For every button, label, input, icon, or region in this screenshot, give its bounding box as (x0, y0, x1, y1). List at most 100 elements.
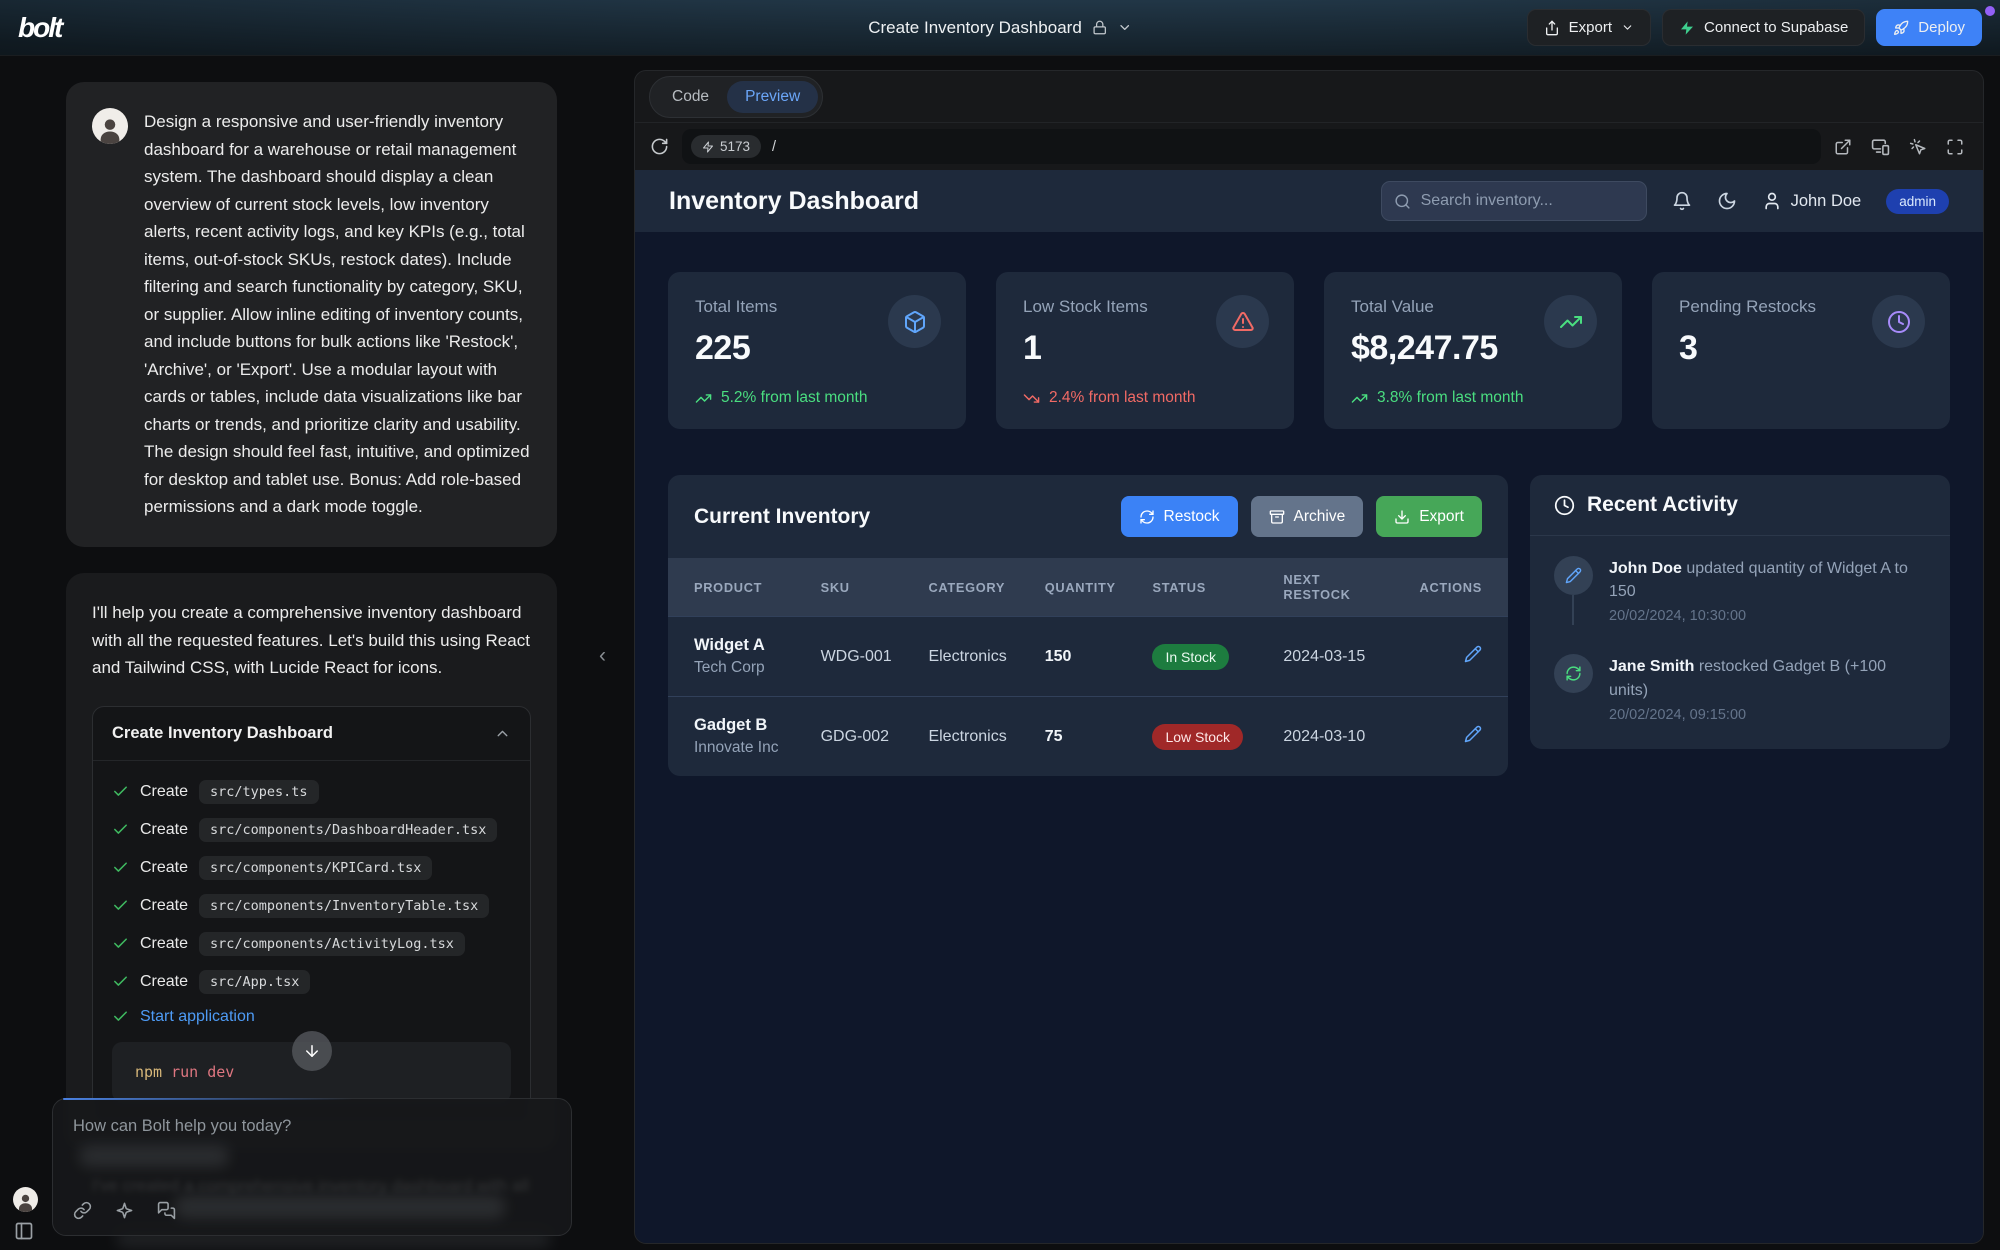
archive-button[interactable]: Archive (1251, 496, 1364, 537)
url-path: / (772, 139, 776, 155)
quantity-cell[interactable]: 150 (1035, 617, 1143, 697)
restock-button[interactable]: Restock (1121, 496, 1238, 537)
artifact-step: Create src/types.ts (112, 780, 511, 804)
zap-icon (702, 141, 714, 153)
artifact-step: Create src/components/DashboardHeader.ts… (112, 818, 511, 842)
activity-card-header: Recent Activity (1530, 475, 1950, 536)
connect-supabase-button[interactable]: Connect to Supabase (1662, 9, 1865, 46)
check-icon (112, 973, 129, 990)
table-row[interactable]: Widget A Tech Corp WDG-001 Electronics 1… (668, 617, 1508, 697)
column-header: NEXT RESTOCK (1273, 558, 1391, 617)
download-icon (1394, 509, 1410, 525)
export-button[interactable]: Export (1527, 9, 1651, 46)
status-badge: In Stock (1152, 644, 1229, 670)
inventory-search-box[interactable] (1381, 181, 1647, 221)
column-header: ACTIONS (1391, 558, 1508, 617)
activity-user: Jane Smith (1609, 658, 1694, 675)
sparkles-icon[interactable] (115, 1201, 134, 1220)
search-input[interactable] (1421, 192, 1634, 210)
workbench: Code Preview 5173 / (634, 70, 1984, 1244)
kpi-trend: 3.8% from last month (1351, 389, 1523, 407)
dashboard-header: Inventory Dashboard John Doe admin (635, 170, 1983, 232)
artifact-header[interactable]: Create Inventory Dashboard (93, 707, 530, 761)
pencil-icon (1554, 556, 1593, 595)
dashboard-header-actions: John Doe admin (1381, 181, 1949, 221)
alert-triangle-icon (1216, 295, 1269, 348)
user-message-text: Design a responsive and user-friendly in… (144, 108, 531, 521)
inventory-card-header: Current Inventory Restock Archive (668, 475, 1508, 558)
lock-icon (1092, 20, 1107, 35)
table-row[interactable]: Gadget B Innovate Inc GDG-002 Electronic… (668, 697, 1508, 777)
dashboard-title: Inventory Dashboard (669, 187, 919, 216)
scroll-to-bottom-button[interactable] (292, 1031, 332, 1071)
chevron-down-icon (1117, 20, 1132, 35)
current-inventory-card: Current Inventory Restock Archive (668, 475, 1508, 776)
share-icon (1544, 20, 1560, 36)
file-path[interactable]: src/components/InventoryTable.tsx (199, 894, 489, 918)
user-menu[interactable]: John Doe (1762, 191, 1862, 211)
trending-down-icon (1023, 390, 1040, 407)
rocket-icon (1893, 20, 1909, 36)
list-item: Jane Smith restocked Gadget B (+100 unit… (1554, 654, 1926, 722)
panel-left-icon[interactable] (14, 1221, 34, 1241)
trending-up-icon (1544, 295, 1597, 348)
kpi-card-total-items: Total Items 225 5.2% from last month (668, 272, 966, 429)
recent-activity-card: Recent Activity John Doe updat (1530, 475, 1950, 749)
file-path[interactable]: src/components/ActivityLog.tsx (199, 932, 465, 956)
devices-icon[interactable] (1871, 137, 1890, 156)
list-item: John Doe updated quantity of Widget A to… (1554, 556, 1926, 624)
tab-code[interactable]: Code (654, 81, 727, 113)
clock-icon (1554, 495, 1575, 516)
port-pill[interactable]: 5173 (691, 135, 761, 158)
activity-title: Recent Activity (1587, 493, 1738, 517)
chevron-up-icon[interactable] (494, 725, 511, 742)
export-csv-button[interactable]: Export (1376, 496, 1482, 537)
quantity-cell[interactable]: 75 (1035, 697, 1143, 777)
account-avatar[interactable] (13, 1187, 38, 1212)
chat-input-box[interactable] (52, 1098, 572, 1236)
file-path[interactable]: src/types.ts (199, 780, 319, 804)
url-field[interactable]: 5173 / (682, 129, 1821, 164)
chat-panel: Design a responsive and user-friendly in… (0, 56, 625, 1250)
status-badge: Low Stock (1152, 724, 1243, 750)
file-path[interactable]: src/App.tsx (199, 970, 310, 994)
chat-icon[interactable] (157, 1201, 176, 1220)
dashboard-body: Total Items 225 5.2% from last month Low… (635, 232, 1983, 776)
tab-preview[interactable]: Preview (727, 81, 818, 113)
package-icon (888, 295, 941, 348)
artifact-step: Create src/components/ActivityLog.tsx (112, 932, 511, 956)
edit-pencil-icon[interactable] (1464, 725, 1482, 743)
topbar-actions: Export Connect to Supabase Deploy (1527, 9, 1982, 46)
category-cell: Electronics (918, 697, 1034, 777)
restock-date-cell: 2024-03-10 (1273, 697, 1391, 777)
user-message: Design a responsive and user-friendly in… (66, 82, 557, 547)
chat-prompt-input[interactable] (73, 1117, 551, 1136)
external-link-icon[interactable] (1834, 137, 1852, 156)
deploy-button[interactable]: Deploy (1876, 9, 1982, 46)
fullscreen-icon[interactable] (1946, 137, 1964, 156)
dark-mode-toggle-moon-icon[interactable] (1717, 191, 1737, 211)
inspect-cursor-icon[interactable] (1909, 137, 1927, 156)
edit-pencil-icon[interactable] (1464, 645, 1482, 663)
arrow-down-icon (303, 1042, 321, 1060)
view-tab-group: Code Preview (649, 76, 823, 118)
chat-collapse-handle[interactable]: ‹ (599, 644, 606, 668)
category-cell: Electronics (918, 617, 1034, 697)
start-application-link[interactable]: Start application (140, 1008, 255, 1026)
column-header: QUANTITY (1035, 558, 1143, 617)
product-supplier: Tech Corp (694, 659, 801, 677)
file-path[interactable]: src/components/DashboardHeader.tsx (199, 818, 497, 842)
redacted-blur (79, 1145, 229, 1167)
supabase-icon (1679, 20, 1695, 36)
bell-icon[interactable] (1672, 191, 1692, 211)
sku-cell: WDG-001 (811, 617, 919, 697)
search-icon (1394, 193, 1411, 210)
column-header: SKU (811, 558, 919, 617)
reload-icon[interactable] (650, 137, 669, 156)
bolt-logo: bolt (18, 12, 61, 44)
file-path[interactable]: src/components/KPICard.tsx (199, 856, 432, 880)
refresh-icon (1554, 654, 1593, 693)
link-icon[interactable] (73, 1201, 92, 1220)
restock-date-cell: 2024-03-15 (1273, 617, 1391, 697)
project-title-group[interactable]: Create Inventory Dashboard (868, 18, 1132, 38)
